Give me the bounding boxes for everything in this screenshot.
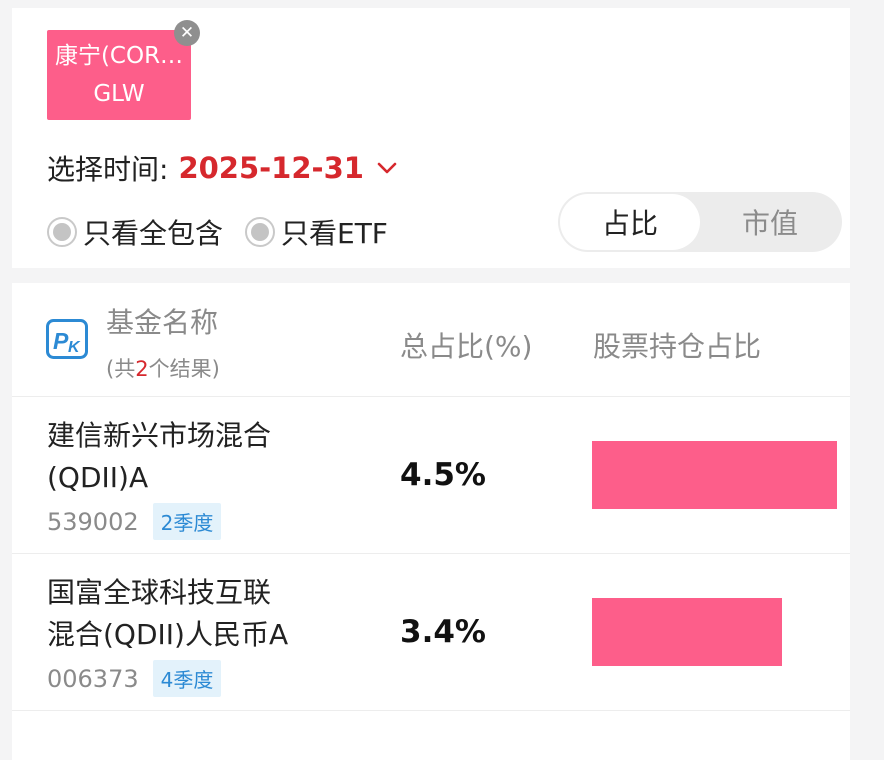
col-fund-name: 基金名称 [106, 306, 219, 339]
filter-radios: 只看全包含 只看ETF [47, 212, 410, 252]
chevron-down-icon[interactable] [376, 157, 398, 179]
fund-list-card: P K 基金名称 (共2个结果) 总占比(%) 股票持仓占比 建信新兴市场混合 … [12, 283, 850, 760]
fund-name-line: 国富全球科技互联 [47, 576, 272, 609]
close-icon[interactable]: ✕ [174, 20, 200, 46]
stock-ratio-bar-track [592, 441, 837, 509]
count-number: 2 [135, 357, 149, 381]
stock-tag[interactable]: 康宁(COR… GLW [47, 30, 191, 120]
table-row[interactable]: 国富全球科技互联 混合(QDII)人民币A 006373 4季度 3.4% [12, 554, 850, 711]
radio-label: 只看全包含 [83, 217, 224, 250]
svg-text:P: P [53, 328, 69, 354]
toggle-market-value[interactable]: 市值 [700, 194, 840, 250]
toggle-ratio[interactable]: 占比 [560, 194, 700, 250]
stock-tag-code: GLW [93, 81, 145, 107]
radio-etf-only[interactable]: 只看ETF [245, 212, 388, 252]
stock-ratio-bar-track [592, 598, 837, 666]
time-label: 选择时间: [47, 153, 169, 186]
total-ratio: 4.5% [400, 457, 486, 493]
stock-ratio-bar [592, 598, 782, 666]
quarter-badge: 4季度 [152, 660, 222, 697]
result-count: (共2个结果) [106, 353, 220, 383]
table-row[interactable]: 建信新兴市场混合 (QDII)A 539002 2季度 4.5% [12, 397, 850, 554]
radio-icon [245, 217, 276, 247]
fund-name-line: 混合(QDII)人民币A [47, 618, 289, 651]
count-prefix: (共 [106, 357, 136, 381]
stock-ratio-bar [592, 441, 837, 509]
fund-name: 国富全球科技互联 混合(QDII)人民币A [47, 572, 347, 656]
time-selector[interactable]: 选择时间: 2025-12-31 [47, 148, 398, 188]
table-header: P K 基金名称 (共2个结果) 总占比(%) 股票持仓占比 [12, 283, 850, 397]
fund-code: 539002 [47, 507, 139, 536]
time-value[interactable]: 2025-12-31 [178, 151, 364, 185]
radio-icon [47, 217, 77, 247]
quarter-badge: 2季度 [152, 503, 222, 540]
pk-icon[interactable]: P K [46, 319, 88, 359]
view-toggle: 占比 市值 [558, 192, 842, 252]
total-ratio: 3.4% [400, 614, 486, 650]
col-total-ratio[interactable]: 总占比(%) [400, 325, 532, 365]
fund-meta: 006373 4季度 [47, 660, 222, 697]
fund-code: 006373 [47, 664, 139, 693]
col-stock-ratio: 股票持仓占比 [593, 330, 762, 363]
fund-name: 建信新兴市场混合 (QDII)A [47, 415, 347, 499]
fund-meta: 539002 2季度 [47, 503, 222, 540]
fund-name-line: 建信新兴市场混合 [47, 419, 272, 452]
radio-label: 只看ETF [281, 217, 388, 250]
count-suffix: 个结果) [148, 357, 220, 381]
fund-name-line: (QDII)A [47, 461, 149, 494]
stock-tag-name: 康宁(COR… [54, 43, 184, 69]
filter-card: 康宁(COR… GLW ✕ 选择时间: 2025-12-31 只看全包含 只看E… [12, 8, 850, 268]
radio-all-include[interactable]: 只看全包含 [47, 212, 223, 252]
svg-text:K: K [68, 339, 81, 356]
